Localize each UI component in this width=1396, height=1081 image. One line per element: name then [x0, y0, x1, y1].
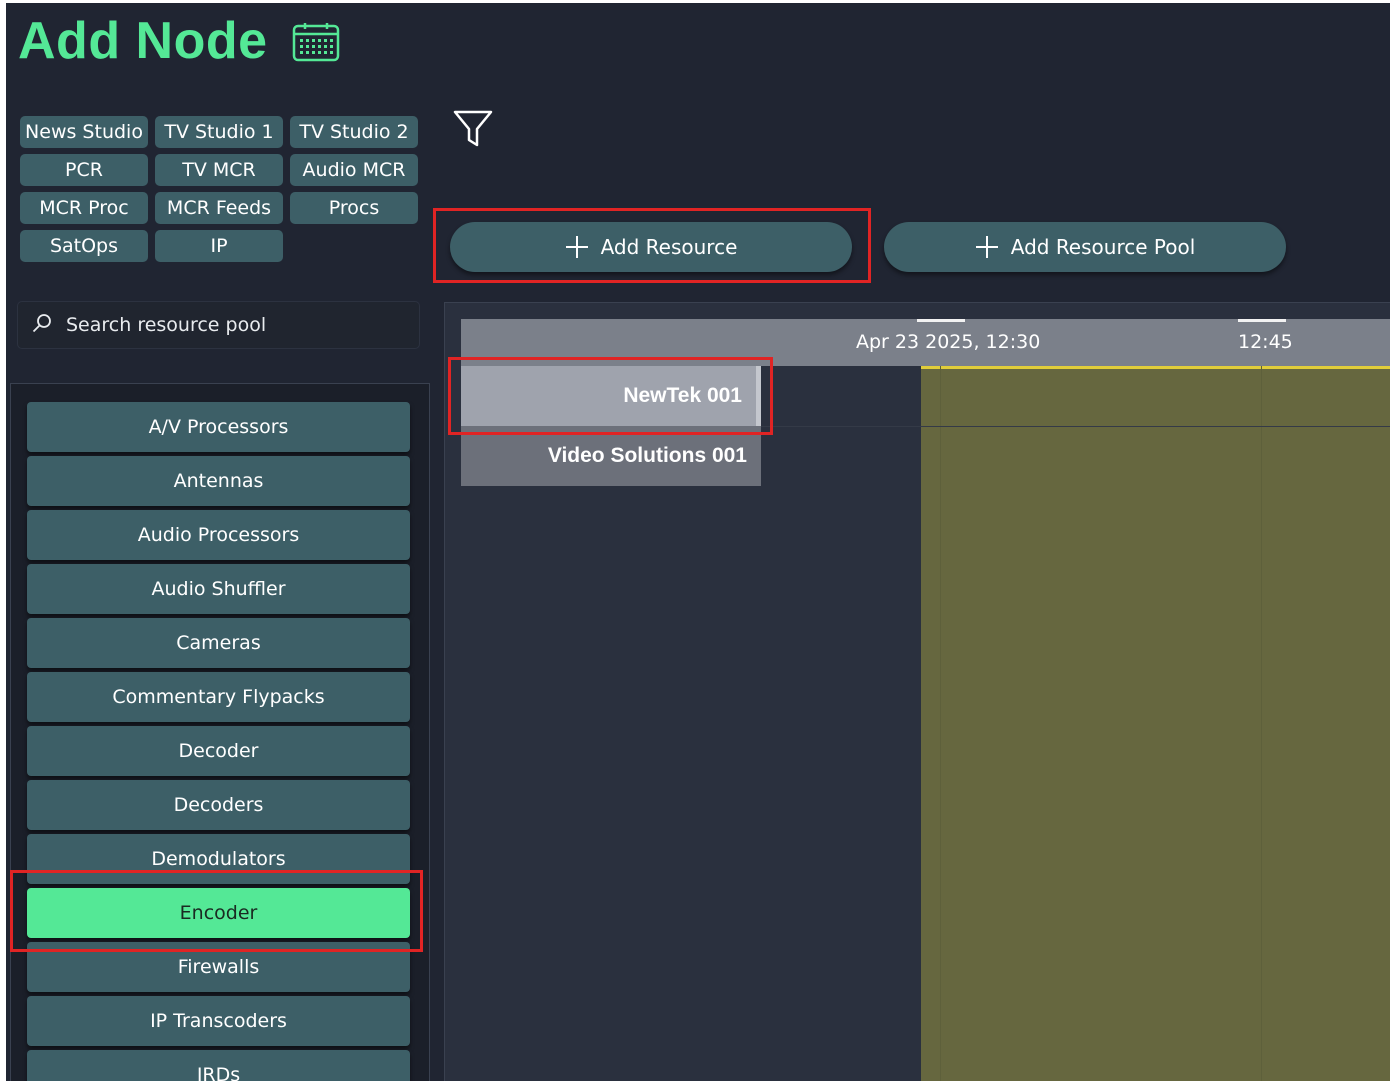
resource-timeline[interactable]: Apr 23 2025, 12:30 12:45 NewTek 001 Vide… — [444, 302, 1390, 1081]
add-resource-pool-button[interactable]: Add Resource Pool — [884, 222, 1286, 272]
resource-label: Video Solutions 001 — [547, 444, 747, 467]
studio-button-audio-mcr[interactable]: Audio MCR — [290, 154, 418, 186]
plus-icon — [975, 236, 998, 258]
current-time-band — [921, 366, 1390, 1081]
category-decoder[interactable]: Decoder — [27, 726, 410, 776]
category-commentary-flypacks[interactable]: Commentary Flypacks — [27, 672, 410, 722]
resource-label: NewTek 001 — [623, 384, 742, 407]
category-cameras[interactable]: Cameras — [27, 618, 410, 668]
studio-button-procs[interactable]: Procs — [290, 192, 418, 224]
tick-mark — [1238, 319, 1286, 322]
studio-button-grid: News Studio TV Studio 1 TV Studio 2 PCR … — [20, 116, 418, 262]
tick-mark — [917, 319, 965, 322]
category-encoder[interactable]: Encoder — [27, 888, 410, 938]
resource-row-newtek-001[interactable]: NewTek 001 — [461, 366, 761, 426]
add-resource-button[interactable]: Add Resource — [450, 222, 852, 272]
category-ip-transcoders[interactable]: IP Transcoders — [27, 996, 410, 1046]
search-icon — [32, 313, 52, 337]
page-header: Add Node — [18, 9, 340, 73]
page-title: Add Node — [18, 12, 268, 70]
studio-button-tv-studio-2[interactable]: TV Studio 2 — [290, 116, 418, 148]
app-window: Add Node News Studio TV Studio 1 TV Stud… — [6, 3, 1390, 1081]
resource-row-video-solutions-001[interactable]: Video Solutions 001 — [461, 426, 761, 486]
category-audio-processors[interactable]: Audio Processors — [27, 510, 410, 560]
studio-button-satops[interactable]: SatOps — [20, 230, 148, 262]
category-decoders[interactable]: Decoders — [27, 780, 410, 830]
filter-icon[interactable] — [452, 109, 494, 153]
studio-button-tv-studio-1[interactable]: TV Studio 1 — [155, 116, 283, 148]
studio-button-tv-mcr[interactable]: TV MCR — [155, 154, 283, 186]
add-resource-pool-label: Add Resource Pool — [1010, 235, 1196, 259]
category-av-processors[interactable]: A/V Processors — [27, 402, 410, 452]
current-time-line — [921, 366, 1390, 369]
studio-button-mcr-proc[interactable]: MCR Proc — [20, 192, 148, 224]
tick-label-1230: Apr 23 2025, 12:30 — [856, 331, 1041, 353]
category-firewalls[interactable]: Firewalls — [27, 942, 410, 992]
studio-button-pcr[interactable]: PCR — [20, 154, 148, 186]
add-resource-label: Add Resource — [600, 235, 738, 259]
category-antennas[interactable]: Antennas — [27, 456, 410, 506]
grid-line — [1261, 366, 1262, 1081]
category-demodulators[interactable]: Demodulators — [27, 834, 410, 884]
grid-line — [940, 366, 941, 1081]
category-audio-shuffler[interactable]: Audio Shuffler — [27, 564, 410, 614]
search-resource-pool — [18, 302, 419, 348]
category-irds[interactable]: IRDs — [27, 1050, 410, 1081]
time-axis-header: Apr 23 2025, 12:30 12:45 — [461, 319, 1390, 366]
category-list: A/V Processors Antennas Audio Processors… — [10, 383, 430, 1081]
search-input[interactable] — [64, 313, 388, 337]
tick-label-1245: 12:45 — [1238, 331, 1293, 353]
studio-button-mcr-feeds[interactable]: MCR Feeds — [155, 192, 283, 224]
calendar-icon[interactable] — [292, 22, 340, 66]
plus-icon — [565, 236, 588, 258]
studio-button-news-studio[interactable]: News Studio — [20, 116, 148, 148]
studio-button-ip[interactable]: IP — [155, 230, 283, 262]
